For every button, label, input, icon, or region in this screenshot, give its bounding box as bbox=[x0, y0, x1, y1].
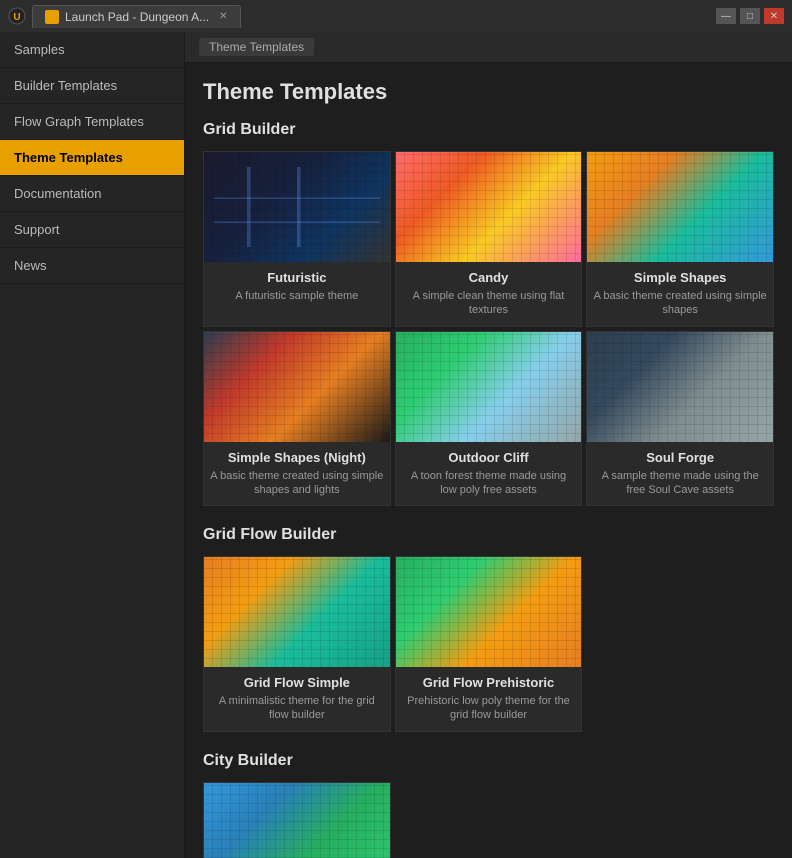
sidebar-item-documentation[interactable]: Documentation bbox=[0, 176, 184, 212]
card-candy-image bbox=[396, 152, 582, 262]
maximize-button[interactable]: □ bbox=[740, 8, 760, 24]
card-grid-flow-simple[interactable]: Grid Flow Simple A minimalistic theme fo… bbox=[203, 556, 391, 732]
grid-flow-prehistoric-thumb bbox=[396, 557, 582, 667]
city-builder-thumb bbox=[204, 783, 390, 858]
futuristic-thumb bbox=[204, 152, 390, 262]
card-futuristic-body: Futuristic A futuristic sample theme bbox=[204, 262, 390, 311]
sidebar-item-news[interactable]: News bbox=[0, 248, 184, 284]
card-grid-flow-simple-desc: A minimalistic theme for the grid flow b… bbox=[210, 694, 384, 723]
sidebar: Samples Builder Templates Flow Graph Tem… bbox=[0, 32, 185, 858]
grid-flow-builder-section: Grid Flow Builder Grid Flow Simple A min… bbox=[203, 526, 774, 732]
grid-flow-simple-thumb bbox=[204, 557, 390, 667]
card-candy-desc: A simple clean theme using flat textures bbox=[402, 289, 576, 318]
svg-text:U: U bbox=[13, 12, 20, 23]
soul-forge-thumb bbox=[587, 332, 773, 442]
close-button[interactable]: ✕ bbox=[764, 8, 784, 24]
page-title: Theme Templates bbox=[203, 79, 774, 105]
card-simple-shapes-name: Simple Shapes bbox=[593, 270, 767, 285]
ue-logo-icon: U bbox=[8, 7, 26, 25]
grid-builder-grid: Futuristic A futuristic sample theme Can… bbox=[203, 151, 774, 506]
card-outdoor-cliff-name: Outdoor Cliff bbox=[402, 450, 576, 465]
grid-builder-title: Grid Builder bbox=[203, 121, 774, 139]
card-grid-flow-prehistoric[interactable]: Grid Flow Prehistoric Prehistoric low po… bbox=[395, 556, 583, 732]
minimize-button[interactable]: — bbox=[716, 8, 736, 24]
main-layout: Samples Builder Templates Flow Graph Tem… bbox=[0, 32, 792, 858]
city-builder-grid: City Builder A city builder theme bbox=[203, 782, 774, 858]
city-builder-section: City Builder City Builder A city builder… bbox=[203, 752, 774, 858]
card-soul-forge-name: Soul Forge bbox=[593, 450, 767, 465]
card-grid-flow-prehistoric-image bbox=[396, 557, 582, 667]
card-soul-forge-desc: A sample theme made using the free Soul … bbox=[593, 469, 767, 498]
sidebar-item-samples[interactable]: Samples bbox=[0, 32, 184, 68]
breadcrumb: Theme Templates bbox=[199, 38, 314, 56]
card-futuristic-desc: A futuristic sample theme bbox=[210, 289, 384, 303]
tab-icon bbox=[45, 10, 59, 24]
card-simple-shapes-night-body: Simple Shapes (Night) A basic theme crea… bbox=[204, 442, 390, 506]
card-grid-flow-prehistoric-name: Grid Flow Prehistoric bbox=[402, 675, 576, 690]
tab-title: Launch Pad - Dungeon A... bbox=[65, 10, 209, 24]
card-simple-shapes-night[interactable]: Simple Shapes (Night) A basic theme crea… bbox=[203, 331, 391, 507]
content-area: Theme Templates Theme Templates Grid Bui… bbox=[185, 32, 792, 858]
window-controls: — □ ✕ bbox=[716, 8, 784, 24]
card-simple-shapes-desc: A basic theme created using simple shape… bbox=[593, 289, 767, 318]
grid-flow-builder-title: Grid Flow Builder bbox=[203, 526, 774, 544]
title-bar: U Launch Pad - Dungeon A... ✕ — □ ✕ bbox=[0, 0, 792, 32]
sidebar-item-flow-graph-templates[interactable]: Flow Graph Templates bbox=[0, 104, 184, 140]
sidebar-item-theme-templates[interactable]: Theme Templates bbox=[0, 140, 184, 176]
card-outdoor-cliff[interactable]: Outdoor Cliff A toon forest theme made u… bbox=[395, 331, 583, 507]
card-futuristic-name: Futuristic bbox=[210, 270, 384, 285]
sidebar-item-support[interactable]: Support bbox=[0, 212, 184, 248]
card-grid-flow-simple-body: Grid Flow Simple A minimalistic theme fo… bbox=[204, 667, 390, 731]
card-simple-shapes-image bbox=[587, 152, 773, 262]
active-tab[interactable]: Launch Pad - Dungeon A... ✕ bbox=[32, 5, 241, 28]
card-simple-shapes-night-desc: A basic theme created using simple shape… bbox=[210, 469, 384, 498]
card-simple-shapes-night-image bbox=[204, 332, 390, 442]
grid-builder-section: Grid Builder Futuristic A futuristic sam… bbox=[203, 121, 774, 506]
card-candy-body: Candy A simple clean theme using flat te… bbox=[396, 262, 582, 326]
card-city-builder[interactable]: City Builder A city builder theme bbox=[203, 782, 391, 858]
title-bar-left: U Launch Pad - Dungeon A... ✕ bbox=[8, 5, 241, 28]
sidebar-item-builder-templates[interactable]: Builder Templates bbox=[0, 68, 184, 104]
content-scroll[interactable]: Theme Templates Grid Builder Futuristic … bbox=[185, 63, 792, 858]
card-futuristic[interactable]: Futuristic A futuristic sample theme bbox=[203, 151, 391, 327]
card-soul-forge[interactable]: Soul Forge A sample theme made using the… bbox=[586, 331, 774, 507]
card-grid-flow-simple-name: Grid Flow Simple bbox=[210, 675, 384, 690]
simple-shapes-thumb bbox=[587, 152, 773, 262]
card-outdoor-cliff-image bbox=[396, 332, 582, 442]
card-simple-shapes-body: Simple Shapes A basic theme created usin… bbox=[587, 262, 773, 326]
breadcrumb-bar: Theme Templates bbox=[185, 32, 792, 63]
city-builder-title: City Builder bbox=[203, 752, 774, 770]
card-outdoor-cliff-body: Outdoor Cliff A toon forest theme made u… bbox=[396, 442, 582, 506]
card-city-builder-image bbox=[204, 783, 390, 858]
card-candy[interactable]: Candy A simple clean theme using flat te… bbox=[395, 151, 583, 327]
card-grid-flow-simple-image bbox=[204, 557, 390, 667]
card-soul-forge-image bbox=[587, 332, 773, 442]
card-grid-flow-prehistoric-body: Grid Flow Prehistoric Prehistoric low po… bbox=[396, 667, 582, 731]
card-futuristic-image bbox=[204, 152, 390, 262]
card-simple-shapes-night-name: Simple Shapes (Night) bbox=[210, 450, 384, 465]
grid-flow-builder-grid: Grid Flow Simple A minimalistic theme fo… bbox=[203, 556, 774, 732]
candy-thumb bbox=[396, 152, 582, 262]
outdoor-cliff-thumb bbox=[396, 332, 582, 442]
card-soul-forge-body: Soul Forge A sample theme made using the… bbox=[587, 442, 773, 506]
card-candy-name: Candy bbox=[402, 270, 576, 285]
card-grid-flow-prehistoric-desc: Prehistoric low poly theme for the grid … bbox=[402, 694, 576, 723]
card-simple-shapes[interactable]: Simple Shapes A basic theme created usin… bbox=[586, 151, 774, 327]
tab-close-button[interactable]: ✕ bbox=[219, 11, 227, 22]
card-outdoor-cliff-desc: A toon forest theme made using low poly … bbox=[402, 469, 576, 498]
simple-shapes-night-thumb bbox=[204, 332, 390, 442]
